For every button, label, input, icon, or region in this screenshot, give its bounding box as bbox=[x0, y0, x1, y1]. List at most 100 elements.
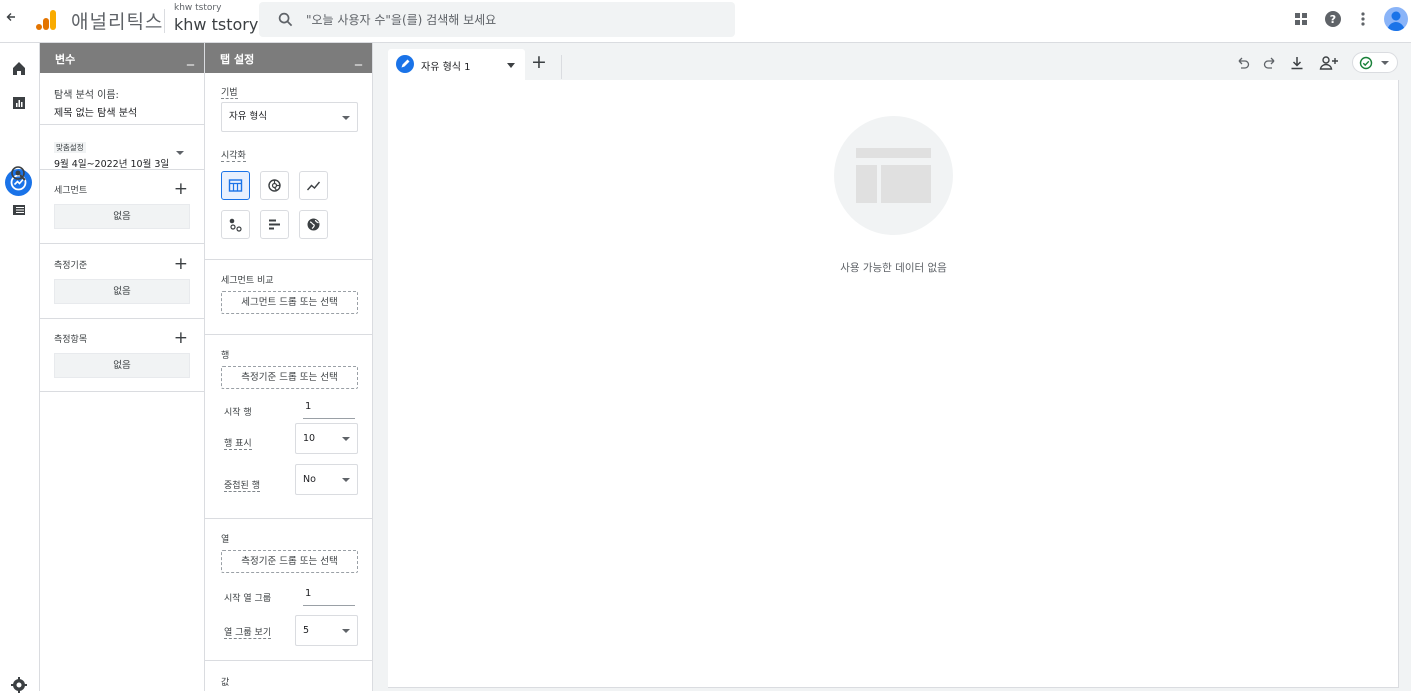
geo-map-viz-button[interactable] bbox=[299, 210, 328, 239]
metrics-label: 측정항목 bbox=[54, 335, 88, 345]
dimensions-section: 측정기준 + 없음 bbox=[40, 244, 204, 319]
back-arrow-icon[interactable] bbox=[4, 11, 18, 27]
apps-grid-icon[interactable] bbox=[1293, 11, 1309, 27]
edit-pencil-icon[interactable] bbox=[396, 55, 414, 73]
rows-drop-zone[interactable]: 측정기준 드롭 또는 선택 bbox=[221, 366, 358, 389]
bar-viz-button[interactable] bbox=[260, 210, 289, 239]
rows-section: 행 측정기준 드롭 또는 선택 시작 행 1 행 표시 10 중첩된 행 No bbox=[205, 335, 372, 519]
scatter-plot-icon bbox=[229, 218, 242, 232]
variables-panel: 변수 _ 탐색 분석 이름: 제목 없는 탐색 분석 맞춤설정 9월 4일~20… bbox=[39, 43, 205, 691]
metrics-section: 측정항목 + 없음 bbox=[40, 319, 204, 392]
canvas: 사용 가능한 데이터 없음 bbox=[388, 80, 1399, 688]
property-name[interactable]: khw tstory bbox=[174, 15, 258, 34]
tab-menu-caret-icon[interactable] bbox=[507, 63, 515, 68]
start-row-input[interactable]: 1 bbox=[303, 401, 355, 419]
help-icon[interactable]: ? bbox=[1325, 11, 1341, 27]
segment-comparison-section: 세그먼트 비교 세그먼트 드롭 또는 선택 bbox=[205, 260, 372, 335]
date-range-section[interactable]: 맞춤설정 9월 4일~2022년 10월 3일 bbox=[40, 125, 204, 170]
variables-title: 변수 bbox=[55, 53, 76, 66]
nested-rows-select[interactable]: No bbox=[295, 464, 358, 495]
settings-gear-icon[interactable] bbox=[10, 676, 28, 694]
chevron-down-icon bbox=[342, 116, 350, 120]
show-rows-value: 10 bbox=[303, 433, 316, 444]
show-rows-label: 행 표시 bbox=[224, 436, 252, 450]
account-avatar[interactable] bbox=[1384, 7, 1408, 31]
add-metric-button[interactable]: + bbox=[174, 330, 188, 347]
home-icon[interactable] bbox=[10, 59, 28, 77]
advertising-icon[interactable] bbox=[10, 165, 28, 183]
tab-label[interactable]: 자유 형식 1 bbox=[421, 58, 471, 73]
columns-drop-zone[interactable]: 측정기준 드롭 또는 선택 bbox=[221, 550, 358, 573]
rows-label: 행 bbox=[221, 351, 230, 361]
variables-panel-header: 변수 _ bbox=[40, 43, 204, 73]
technique-select[interactable]: 자유 형식 bbox=[221, 102, 358, 132]
technique-visualization-section: 기법 자유 형식 시각화 bbox=[205, 73, 372, 260]
configure-list-icon[interactable] bbox=[10, 201, 28, 219]
minimize-variables-button[interactable]: _ bbox=[187, 51, 194, 65]
technique-label: 기법 bbox=[221, 85, 238, 99]
more-vert-icon[interactable] bbox=[1355, 11, 1371, 27]
exploration-name-section: 탐색 분석 이름: 제목 없는 탐색 분석 bbox=[40, 73, 204, 125]
show-rows-select[interactable]: 10 bbox=[295, 423, 358, 454]
segment-drop-zone[interactable]: 세그먼트 드롭 또는 선택 bbox=[221, 291, 358, 314]
nested-rows-label: 중첩된 행 bbox=[224, 478, 260, 492]
add-segment-button[interactable]: + bbox=[174, 181, 188, 198]
exploration-name-input[interactable]: 제목 없는 탐색 분석 bbox=[54, 104, 190, 119]
show-column-groups-select[interactable]: 5 bbox=[295, 615, 358, 646]
segment-compare-label: 세그먼트 비교 bbox=[221, 276, 274, 286]
start-column-group-label: 시작 열 그룹 bbox=[224, 594, 272, 604]
minimize-tab-settings-button[interactable]: _ bbox=[355, 51, 362, 65]
divider bbox=[164, 9, 165, 33]
technique-value: 자유 형식 bbox=[229, 111, 267, 122]
date-badge: 맞춤설정 bbox=[54, 142, 86, 153]
chevron-down-icon bbox=[342, 437, 350, 441]
undo-icon[interactable] bbox=[1235, 55, 1251, 71]
add-dimension-button[interactable]: + bbox=[174, 256, 188, 273]
tab-free-form[interactable]: 자유 형식 1 bbox=[388, 49, 525, 80]
start-column-group-input[interactable]: 1 bbox=[303, 588, 355, 606]
donut-viz-button[interactable] bbox=[260, 171, 289, 200]
show-column-groups-label: 열 그룹 보기 bbox=[224, 625, 272, 639]
nested-rows-value: No bbox=[303, 474, 316, 485]
date-dropdown-caret-icon[interactable] bbox=[176, 151, 184, 155]
segments-label: 세그먼트 bbox=[54, 186, 88, 196]
reports-icon[interactable] bbox=[10, 94, 28, 112]
save-status-button[interactable] bbox=[1352, 52, 1398, 73]
tab-settings-title: 탭 설정 bbox=[220, 53, 255, 66]
exploration-name-label: 탐색 분석 이름: bbox=[54, 90, 119, 101]
metrics-empty: 없음 bbox=[54, 353, 190, 378]
start-row-label: 시작 행 bbox=[224, 408, 252, 418]
empty-table-icon bbox=[856, 148, 931, 203]
share-add-user-icon[interactable] bbox=[1319, 55, 1339, 71]
scatter-viz-button[interactable] bbox=[221, 210, 250, 239]
bar-chart-icon bbox=[269, 219, 280, 230]
redo-icon[interactable] bbox=[1262, 55, 1278, 71]
search-bar[interactable] bbox=[259, 2, 735, 37]
tab-settings-header: 탭 설정 _ bbox=[205, 43, 372, 73]
columns-section: 열 측정기준 드롭 또는 선택 시작 열 그룹 1 열 그룹 보기 5 bbox=[205, 519, 372, 661]
chevron-down-icon bbox=[342, 629, 350, 633]
add-tab-button[interactable]: + bbox=[531, 53, 547, 72]
account-name[interactable]: khw tstory bbox=[174, 3, 221, 13]
line-viz-button[interactable] bbox=[299, 171, 328, 200]
check-circle-icon bbox=[1359, 56, 1373, 70]
values-section: 값 bbox=[205, 661, 372, 691]
show-column-groups-value: 5 bbox=[303, 625, 310, 636]
table-viz-button[interactable] bbox=[221, 171, 250, 200]
analytics-logo-icon bbox=[36, 9, 58, 31]
segments-empty: 없음 bbox=[54, 204, 190, 229]
line-chart-icon bbox=[306, 181, 321, 191]
segments-section: 세그먼트 + 없음 bbox=[40, 170, 204, 244]
download-icon[interactable] bbox=[1289, 55, 1305, 71]
globe-icon bbox=[307, 218, 320, 231]
canvas-area: 자유 형식 1 + 사용 가능한 데이터 없음 bbox=[373, 43, 1411, 691]
divider bbox=[561, 55, 562, 79]
top-bar: 애널리틱스 khw tstory khw tstory ? bbox=[0, 0, 1411, 43]
dimensions-label: 측정기준 bbox=[54, 261, 88, 271]
search-input[interactable] bbox=[306, 10, 706, 30]
tab-strip: 자유 형식 1 + bbox=[373, 43, 1411, 80]
values-label: 값 bbox=[221, 678, 230, 688]
empty-state-message: 사용 가능한 데이터 없음 bbox=[840, 262, 947, 274]
columns-label: 열 bbox=[221, 535, 230, 545]
date-range[interactable]: 9월 4일~2022년 10월 3일 bbox=[54, 156, 190, 170]
